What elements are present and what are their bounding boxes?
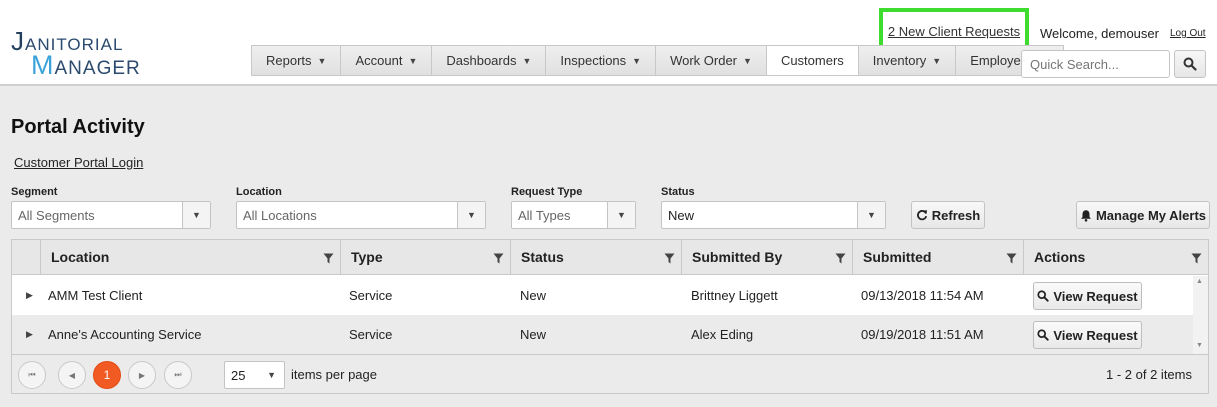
app-header: JANITORIAL MANAGER 2 New Client Requests… <box>0 0 1217 86</box>
column-type[interactable]: Type <box>340 240 510 275</box>
next-page-button[interactable]: ▶ <box>128 361 156 389</box>
request-type-dropdown[interactable]: All Types ▼ <box>511 201 636 229</box>
cell-status: New <box>520 327 547 342</box>
caret-down-icon: ▼ <box>522 55 532 66</box>
expand-row-icon[interactable]: ▶ <box>26 276 33 315</box>
chevron-down-icon: ▼ <box>457 202 485 228</box>
chevron-down-icon: ▼ <box>857 202 885 228</box>
filter-icon[interactable] <box>835 253 846 264</box>
search-button[interactable] <box>1174 50 1206 78</box>
cell-type: Service <box>349 327 393 342</box>
column-submitted-by[interactable]: Submitted By <box>681 240 852 275</box>
table-row[interactable]: ▶ AMM Test Client Service New Brittney L… <box>12 276 1193 315</box>
filter-icon[interactable] <box>664 253 675 264</box>
bell-icon <box>1080 209 1091 222</box>
caret-down-icon: ▼ <box>743 55 752 66</box>
cell-location: Anne's Accounting Service <box>48 327 202 342</box>
page-title: Portal Activity <box>11 116 145 138</box>
last-page-button[interactable]: ⏭ <box>164 361 192 389</box>
page-size-value: 25 <box>231 368 246 383</box>
table-row[interactable]: ▶ Anne's Accounting Service Service New … <box>12 315 1193 354</box>
caret-down-icon: ▼ <box>932 55 942 66</box>
cell-submitted: 09/19/2018 11:51 AM <box>861 327 984 342</box>
filter-icon[interactable] <box>493 253 504 264</box>
scroll-up-icon[interactable]: ▲ <box>1196 278 1203 285</box>
column-status[interactable]: Status <box>510 240 681 275</box>
nav-dashboards[interactable]: Dashboards ▼ <box>432 46 547 75</box>
main-nav: Reports ▼ Account ▼ Dashboards ▼ Inspection… <box>251 45 1065 76</box>
caret-down-icon: ▼ <box>408 55 418 66</box>
previous-page-icon: ◀ <box>68 370 76 380</box>
welcome-text: Welcome, demouser <box>1040 26 1159 41</box>
logo-line-2: MANAGER <box>31 50 141 80</box>
location-value: All Locations <box>243 208 317 223</box>
nav-reports[interactable]: Reports ▼ <box>252 46 342 75</box>
grid-scrollbar[interactable]: ▲ ▼ <box>1193 276 1208 354</box>
filter-icon[interactable] <box>323 253 334 264</box>
first-page-icon: ⏮ <box>28 370 36 379</box>
cell-location: AMM Test Client <box>48 288 143 303</box>
filter-icon[interactable] <box>1191 253 1202 264</box>
nav-inventory[interactable]: Inventory ▼ <box>858 46 957 75</box>
status-value: New <box>668 208 695 223</box>
item-count: 1 - 2 of 2 items <box>1106 367 1192 382</box>
filter-icon[interactable] <box>1006 253 1017 264</box>
view-request-button[interactable]: View Request <box>1033 282 1142 310</box>
customer-portal-login-link[interactable]: Customer Portal Login <box>14 155 143 170</box>
request-type-label: Request Type <box>511 186 583 198</box>
view-request-button[interactable]: View Request <box>1033 321 1142 349</box>
manage-my-alerts-button[interactable]: Manage My Alerts <box>1076 201 1210 229</box>
cell-submitted-by: Alex Eding <box>691 327 754 342</box>
grid-header: Location Type Status Submitted By Submit… <box>12 240 1208 275</box>
caret-down-icon: ▼ <box>317 55 327 66</box>
scroll-down-icon[interactable]: ▼ <box>1196 342 1203 349</box>
nav-work-order[interactable]: Work Order ▼ <box>656 46 767 75</box>
nav-account[interactable]: Account ▼ <box>341 46 433 75</box>
grid-pager: ⏮ ◀ 1 ▶ ⏭ 25 ▼ items per page 1 - 2 of 2… <box>12 354 1208 393</box>
chevron-down-icon: ▼ <box>607 202 635 228</box>
last-page-icon: ⏭ <box>174 370 182 379</box>
cell-type: Service <box>349 288 393 303</box>
next-page-icon: ▶ <box>138 370 146 380</box>
cell-submitted: 09/13/2018 11:54 AM <box>861 288 984 303</box>
janitorial-manager-logo[interactable]: JANITORIAL MANAGER <box>11 26 161 80</box>
logout-link[interactable]: Log Out <box>1170 28 1206 39</box>
refresh-button[interactable]: Refresh <box>911 201 985 229</box>
chevron-down-icon: ▼ <box>267 370 276 380</box>
location-dropdown[interactable]: All Locations ▼ <box>236 201 486 229</box>
column-submitted[interactable]: Submitted <box>852 240 1023 275</box>
column-actions[interactable]: Actions <box>1023 240 1208 275</box>
column-location[interactable]: Location <box>40 240 340 275</box>
cell-submitted-by: Brittney Liggett <box>691 288 778 303</box>
first-page-button[interactable]: ⏮ <box>18 361 46 389</box>
page-size-dropdown[interactable]: 25 ▼ <box>224 361 285 389</box>
quick-search-input[interactable] <box>1021 50 1170 78</box>
previous-page-button[interactable]: ◀ <box>58 361 86 389</box>
segment-dropdown[interactable]: All Segments ▼ <box>11 201 211 229</box>
status-dropdown[interactable]: New ▼ <box>661 201 886 229</box>
chevron-down-icon: ▼ <box>182 202 210 228</box>
segment-label: Segment <box>11 186 58 198</box>
items-per-page-label: items per page <box>291 367 377 382</box>
portal-activity-grid: Location Type Status Submitted By Submit… <box>11 239 1209 394</box>
search-icon <box>1037 290 1050 302</box>
segment-value: All Segments <box>18 208 95 223</box>
search-icon <box>1183 57 1197 71</box>
nav-inspections[interactable]: Inspections ▼ <box>546 46 657 75</box>
new-client-requests-link[interactable]: 2 New Client Requests <box>888 24 1020 39</box>
nav-customers[interactable]: Customers <box>766 46 859 75</box>
current-page-button[interactable]: 1 <box>93 361 121 389</box>
caret-down-icon: ▼ <box>632 55 642 66</box>
refresh-icon <box>916 210 927 221</box>
cell-status: New <box>520 288 547 303</box>
request-type-value: All Types <box>518 208 571 223</box>
search-icon <box>1037 329 1050 341</box>
status-label: Status <box>661 186 695 198</box>
location-label: Location <box>236 186 282 198</box>
expand-row-icon[interactable]: ▶ <box>26 315 33 354</box>
